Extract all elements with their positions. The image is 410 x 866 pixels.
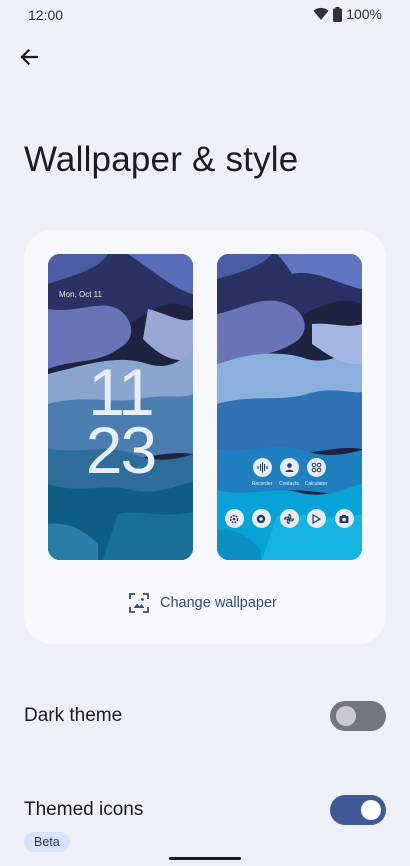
beta-badge: Beta	[24, 832, 70, 852]
arrow-left-icon	[20, 48, 39, 66]
app-label: Contacts	[279, 481, 299, 487]
back-button[interactable]	[12, 40, 46, 74]
dock-app-play-store[interactable]	[302, 509, 330, 528]
battery-percent: 100%	[346, 6, 382, 22]
wifi-icon	[313, 7, 329, 20]
change-wallpaper-label: Change wallpaper	[160, 595, 277, 611]
wallpaper-preview-card: Mon, Oct 11 11 23 Recorder Contacts Calc…	[24, 230, 386, 644]
lock-screen-preview[interactable]: Mon, Oct 11 11 23	[48, 254, 193, 560]
play-store-icon	[306, 509, 326, 528]
dock-app-camera[interactable]	[330, 509, 358, 528]
dock-app-settings[interactable]	[220, 509, 248, 528]
themed-icons-toggle[interactable]	[330, 795, 386, 825]
app-label: Recorder	[251, 481, 273, 487]
page-title: Wallpaper & style	[24, 140, 299, 179]
app-recorder[interactable]: Recorder	[248, 458, 276, 487]
app-calculator[interactable]: Calculator	[302, 458, 330, 487]
app-contacts[interactable]: Contacts	[275, 458, 303, 487]
camera-icon	[334, 509, 354, 528]
chrome-icon	[251, 509, 271, 528]
waveform-icon	[252, 458, 272, 477]
image-frame-icon	[129, 593, 149, 613]
lock-screen-clock-minute: 23	[85, 413, 157, 487]
calculator-icon	[306, 458, 326, 477]
status-time: 12:00	[28, 7, 64, 23]
lock-screen-date: Mon, Oct 11	[59, 290, 102, 299]
pinwheel-icon	[279, 509, 299, 528]
change-wallpaper-button[interactable]: Change wallpaper	[128, 592, 277, 614]
settings-icon	[224, 509, 244, 528]
toggle-knob	[361, 800, 381, 820]
themed-icons-label: Themed icons	[24, 799, 144, 820]
app-label: Calculator	[304, 481, 328, 487]
dark-theme-label: Dark theme	[24, 705, 123, 726]
status-icons: 100%	[313, 6, 382, 22]
toggle-knob	[336, 706, 356, 726]
dock-app-photos[interactable]	[275, 509, 303, 528]
home-gesture-handle[interactable]	[169, 857, 241, 860]
person-icon	[279, 458, 299, 477]
dark-theme-toggle[interactable]	[330, 701, 386, 731]
home-screen-preview[interactable]: Recorder Contacts Calculator	[217, 254, 362, 560]
dock-app-chrome[interactable]	[247, 509, 275, 528]
status-bar: 12:00 100%	[0, 0, 410, 30]
battery-icon	[333, 6, 343, 22]
